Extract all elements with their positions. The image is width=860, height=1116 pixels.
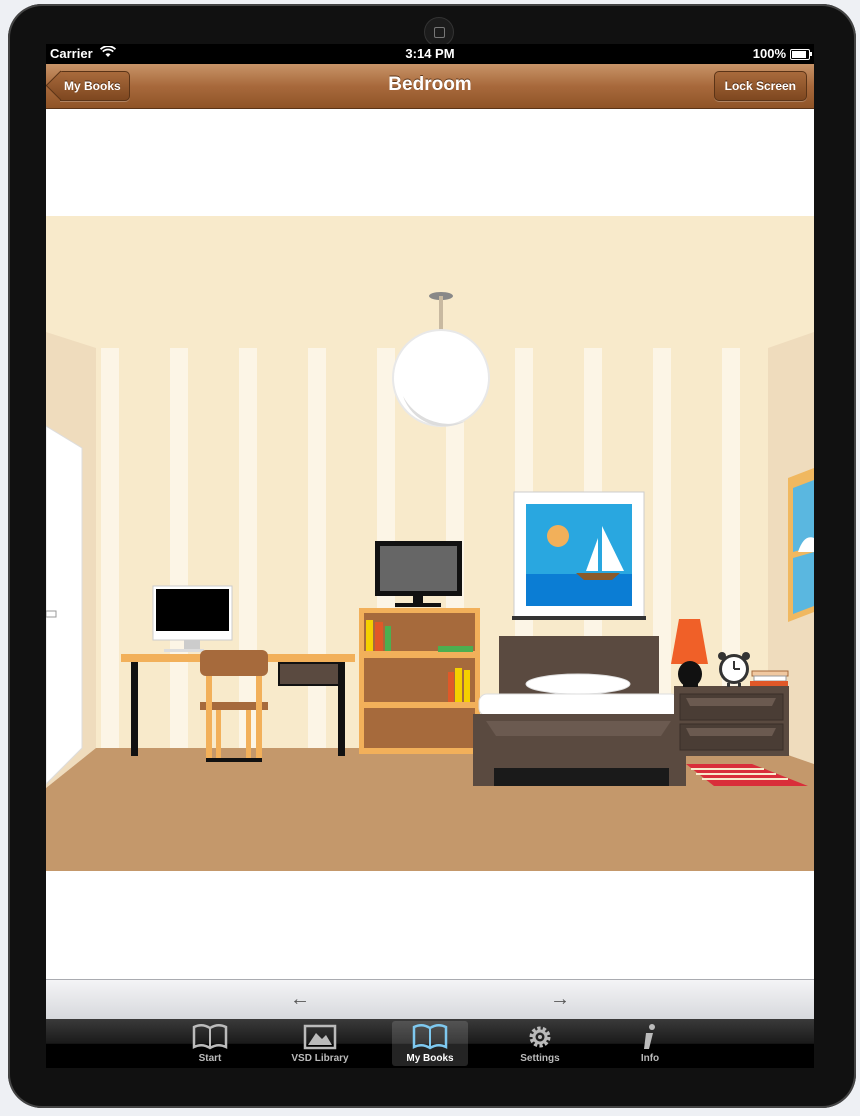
camera-icon <box>424 17 454 47</box>
tab-label: VSD Library <box>291 1053 349 1064</box>
tab-label: Info <box>640 1053 660 1064</box>
status-bar: Carrier 3:14 PM 100% <box>46 44 814 64</box>
ipad-screen: Carrier 3:14 PM 100% My Books Bedroom Lo… <box>46 44 814 1068</box>
picture-icon <box>303 1024 337 1050</box>
navigation-bar: My Books Bedroom Lock Screen <box>46 64 814 109</box>
previous-page-arrow-icon[interactable]: ← <box>288 988 312 1010</box>
book-icon <box>192 1024 228 1050</box>
page-title: Bedroom <box>388 74 472 95</box>
tab-bar: Start VSD Library My Books Settings Info <box>46 1019 814 1068</box>
battery-percent: 100% <box>752 46 786 61</box>
bed <box>473 636 686 786</box>
nightstand <box>674 686 789 756</box>
battery-icon <box>790 49 812 60</box>
tab-label: My Books <box>406 1053 454 1064</box>
ceiling <box>46 216 814 348</box>
clock-time: 3:14 PM <box>405 46 455 61</box>
tab-info[interactable]: Info <box>612 1021 688 1066</box>
sailboat-picture <box>512 491 646 620</box>
info-icon <box>644 1024 655 1049</box>
tab-my-books[interactable]: My Books <box>392 1021 468 1066</box>
bedroom-scene[interactable] <box>46 216 814 871</box>
door <box>46 425 83 785</box>
tab-label: Start <box>198 1053 222 1064</box>
gear-icon <box>529 1026 551 1048</box>
tab-vsd-library[interactable]: VSD Library <box>282 1021 358 1066</box>
lock-screen-button[interactable]: Lock Screen <box>713 71 807 101</box>
book-stack <box>750 670 789 686</box>
tab-label: Settings <box>520 1053 560 1064</box>
tab-settings[interactable]: Settings <box>502 1021 578 1066</box>
next-page-arrow-icon[interactable]: → <box>548 988 572 1010</box>
page-navigation-bar: ← → <box>46 979 814 1020</box>
door-handle <box>46 610 57 618</box>
tab-start[interactable]: Start <box>172 1021 248 1066</box>
bookshelf <box>359 608 480 754</box>
book-icon <box>412 1024 448 1050</box>
